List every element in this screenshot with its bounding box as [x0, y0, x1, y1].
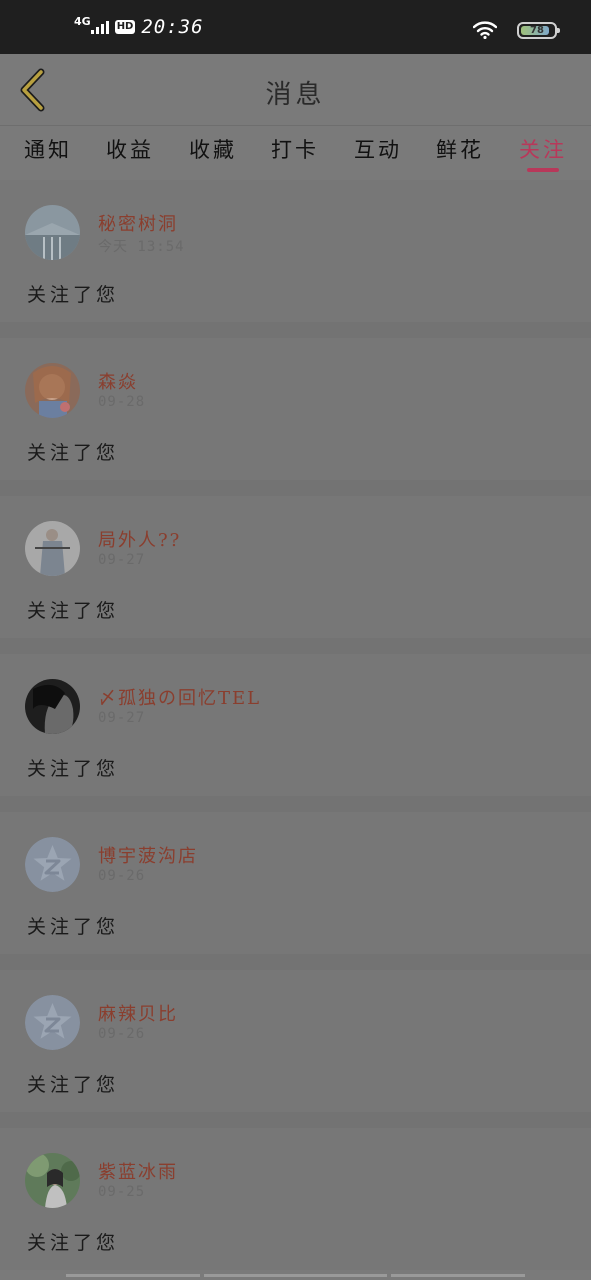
bottom-indicator: [204, 1274, 387, 1277]
notification-message: 关注了您: [27, 916, 120, 938]
user-name[interactable]: 秘密树洞: [98, 210, 178, 236]
signal-icon: [90, 20, 109, 34]
list-item[interactable]: 局外人?? 09-27 关注了您: [0, 496, 591, 638]
status-right: 78: [473, 21, 560, 39]
tab-follow[interactable]: 关注: [513, 134, 573, 164]
status-clock: 20:36: [141, 16, 204, 38]
wifi-icon: [473, 21, 497, 39]
user-name[interactable]: 〆孤独の回忆TEL: [98, 684, 261, 710]
tab-favorites[interactable]: 收藏: [183, 134, 243, 164]
tab-earnings[interactable]: 收益: [100, 134, 160, 164]
divider: [0, 480, 591, 496]
status-left: 4G HD 20:36: [74, 14, 204, 39]
battery-level: 78: [530, 24, 544, 36]
user-name[interactable]: 紫蓝冰雨: [98, 1158, 178, 1184]
default-avatar-icon[interactable]: [25, 995, 80, 1050]
list-item[interactable]: 秘密树洞 今天 13:54 关注了您: [0, 180, 591, 322]
top-bar: 消息: [0, 54, 591, 126]
user-name[interactable]: 局外人??: [98, 526, 181, 552]
timestamp: 09-26: [98, 1026, 146, 1042]
timestamp: 今天 13:54: [98, 239, 185, 255]
notification-message: 关注了您: [27, 600, 120, 622]
timestamp: 09-26: [98, 868, 146, 884]
divider: [0, 954, 591, 970]
page-title: 消息: [265, 80, 326, 110]
hd-badge: HD: [114, 20, 136, 34]
avatar[interactable]: [25, 521, 80, 576]
notification-message: 关注了您: [27, 1232, 120, 1254]
timestamp: 09-28: [98, 394, 146, 410]
avatar[interactable]: [25, 679, 80, 734]
list-item[interactable]: 博宇菠沟店 09-26 关注了您: [0, 812, 591, 954]
bottom-indicator: [391, 1274, 525, 1277]
notification-message: 关注了您: [27, 1074, 120, 1096]
timestamp: 09-25: [98, 1184, 146, 1200]
divider: [0, 638, 591, 654]
list-item[interactable]: 麻辣贝比 09-26 关注了您: [0, 970, 591, 1112]
bottom-indicator: [66, 1274, 200, 1277]
tab-checkin[interactable]: 打卡: [265, 134, 325, 164]
avatar[interactable]: [25, 205, 80, 260]
notification-message: 关注了您: [27, 284, 120, 306]
notification-message: 关注了您: [27, 442, 120, 464]
default-avatar-icon[interactable]: [25, 837, 80, 892]
divider: [0, 796, 591, 812]
tab-bar: 通知 收益 收藏 打卡 互动 鲜花 关注: [0, 126, 591, 180]
timestamp: 09-27: [98, 710, 146, 726]
user-name[interactable]: 博宇菠沟店: [98, 842, 198, 868]
timestamp: 09-27: [98, 552, 146, 568]
divider: [0, 1112, 591, 1128]
divider: [0, 322, 591, 338]
tab-interaction[interactable]: 互动: [348, 134, 408, 164]
notification-message: 关注了您: [27, 758, 120, 780]
list-item[interactable]: 紫蓝冰雨 09-25 关注了您: [0, 1128, 591, 1270]
avatar[interactable]: [25, 363, 80, 418]
user-name[interactable]: 森焱: [98, 368, 138, 394]
list-item[interactable]: 森焱 09-28 关注了您: [0, 338, 591, 480]
list-item[interactable]: 〆孤独の回忆TEL 09-27 关注了您: [0, 654, 591, 796]
tab-notice[interactable]: 通知: [18, 134, 78, 164]
network-type: 4G: [74, 14, 91, 28]
user-name[interactable]: 麻辣贝比: [98, 1000, 178, 1026]
tab-flowers[interactable]: 鲜花: [430, 134, 490, 164]
avatar[interactable]: [25, 1153, 80, 1208]
status-bar: 4G HD 20:36 78: [0, 0, 591, 54]
battery-icon: 78: [517, 21, 560, 39]
active-tab-indicator: [527, 168, 559, 172]
